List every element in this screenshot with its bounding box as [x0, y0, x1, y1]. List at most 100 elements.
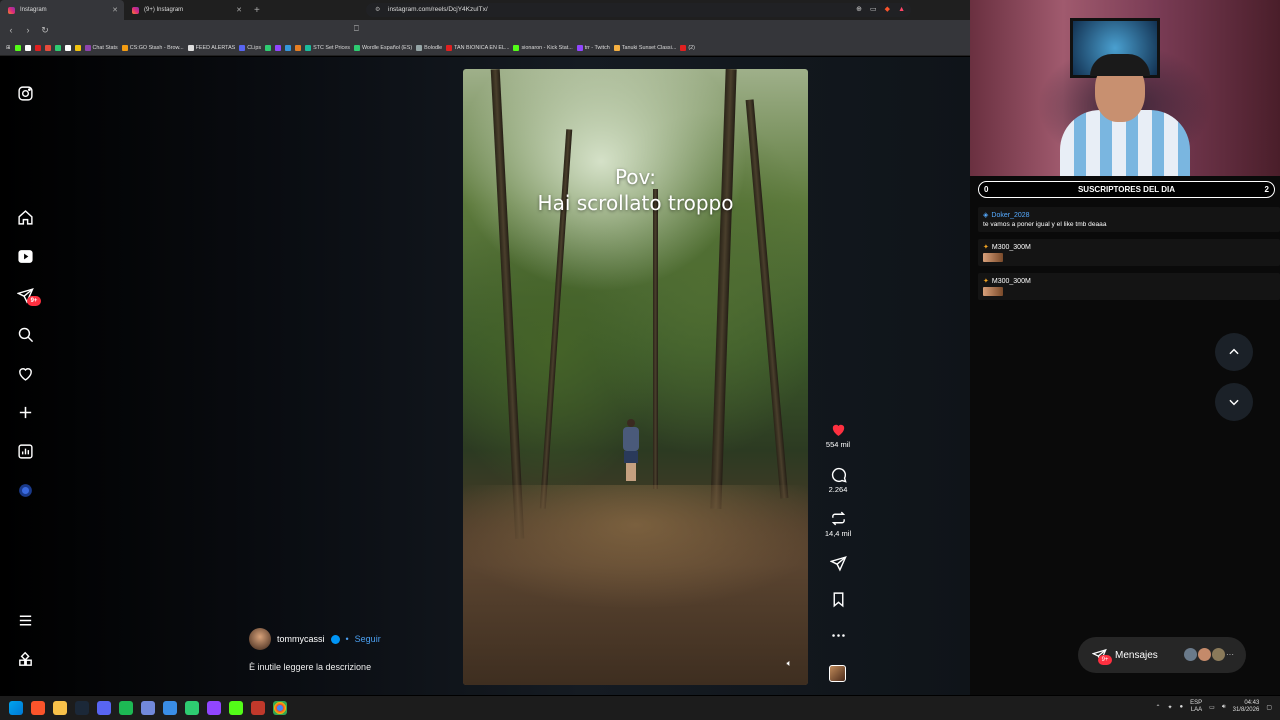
instagram-favicon-icon [132, 6, 139, 14]
bookmark-item[interactable]: FEED ALERTAS [187, 44, 235, 51]
brave-shield-icon[interactable]: ◆ [885, 3, 890, 17]
like-button[interactable]: 554 mil [818, 421, 858, 449]
user-badge-icon: ◈ [983, 212, 989, 219]
next-reel-button[interactable] [1215, 383, 1253, 421]
bookmark-item[interactable]: TAN BIONICA EN EL... [446, 44, 509, 51]
bookmark-item[interactable]: CS:GO Stash - Brow... [121, 44, 184, 51]
reel-video[interactable]: Pov: Hai scrollato troppo 🔈︎ [463, 69, 808, 685]
profile-avatar-icon[interactable] [17, 482, 34, 499]
webcam-feed [970, 0, 1280, 176]
bookmark-item[interactable]: STC Set Prices [305, 44, 350, 51]
cast-icon[interactable]: ▭ [870, 3, 877, 17]
bookmark-icon[interactable] [295, 44, 302, 51]
bookmark-icon [833, 592, 843, 608]
tray-chevron-up-icon[interactable]: ⌃ [1155, 704, 1160, 711]
share-button[interactable] [818, 555, 858, 572]
bookmark-icon[interactable] [44, 44, 51, 51]
steam-icon[interactable] [75, 701, 89, 715]
overlay-line-2: Hai scrollato troppo [537, 191, 734, 215]
address-bar[interactable]: ⚙ instagram.com/reels/DcjY4KzuITx/ ⊕ ▭ ◆… [366, 3, 911, 17]
dashboard-icon[interactable] [17, 443, 34, 460]
start-windows-icon[interactable] [9, 701, 23, 715]
chat-message: ✦ M300_300M [978, 273, 1280, 300]
menu-icon[interactable] [17, 612, 34, 629]
site-info-icon[interactable]: ⚙ [375, 3, 380, 17]
notifications-icon[interactable]: ▢ [1266, 704, 1272, 711]
chat-username: ✦ M300_300M [983, 243, 1031, 252]
reel-description[interactable]: È inutile leggere la descrizione [249, 662, 371, 672]
author-username[interactable]: tommycassi [277, 634, 325, 644]
spotify-icon[interactable] [119, 701, 133, 715]
tray-app-icon[interactable]: ✦ [1168, 704, 1173, 711]
comment-button[interactable]: 2.264 [818, 466, 858, 494]
app-icon[interactable] [163, 701, 177, 715]
app-icon[interactable] [185, 701, 199, 715]
bookmark-icon[interactable] [265, 44, 272, 51]
volume-icon[interactable]: 🔈︎ [787, 658, 792, 669]
bookmark-item[interactable]: Chat Stats [84, 44, 118, 51]
messages-button[interactable]: 9+ Mensajes ··· [1078, 637, 1246, 673]
bookmark-item[interactable]: trr - Twitch [576, 44, 610, 51]
language-indicator[interactable]: ESP LAA [1190, 700, 1202, 714]
tray-app-icon[interactable]: ● [1180, 704, 1184, 710]
apps-icon[interactable]: ⊞ [6, 45, 11, 51]
bookmark-item[interactable]: Tanuki Sunset Classi... [613, 44, 676, 51]
heart-icon[interactable] [17, 365, 34, 382]
tab-instagram[interactable]: Instagram ✕ [0, 0, 124, 20]
rewards-icon[interactable]: ▲ [898, 3, 905, 17]
chat-message: ✦ M300_300M [978, 239, 1280, 266]
bookmark-icon[interactable] [285, 44, 292, 51]
brave-browser-icon[interactable] [31, 701, 45, 715]
home-icon[interactable] [17, 209, 34, 226]
forward-icon[interactable]: › [22, 25, 34, 35]
bookmarks-bar: ⊞ Chat Stats CS:GO Stash - Brow... FEED … [0, 40, 970, 56]
network-icon[interactable]: ▭ [1209, 704, 1215, 711]
discord-icon[interactable] [97, 701, 111, 715]
kick-icon[interactable] [229, 701, 243, 715]
follow-button[interactable]: Seguir [355, 634, 381, 644]
instagram-logo-icon[interactable] [17, 85, 34, 102]
bookmark-item[interactable]: CLips [239, 44, 261, 51]
bookmark-item[interactable]: Wordle Español (ES) [353, 44, 412, 51]
reload-icon[interactable]: ↻ [39, 25, 51, 36]
repost-button[interactable]: 14,4 mil [818, 510, 858, 538]
reposts-count: 14,4 mil [824, 529, 852, 538]
app-icon[interactable] [251, 701, 265, 715]
author-avatar[interactable] [249, 628, 271, 650]
app-icon[interactable] [141, 701, 155, 715]
clock[interactable]: 04:43 31/8/2026 [1233, 700, 1260, 714]
bookmark-icon[interactable] [74, 44, 81, 51]
close-tab-icon[interactable]: ✕ [236, 6, 242, 14]
bookmark-icon[interactable] [14, 44, 21, 51]
reels-icon[interactable] [17, 248, 34, 265]
twitch-icon[interactable] [207, 701, 221, 715]
new-tab-icon[interactable]: + [254, 5, 260, 16]
bookmark-icon[interactable] [275, 44, 282, 51]
save-button[interactable] [818, 591, 858, 608]
bookmark-icon[interactable] [24, 44, 31, 51]
chrome-icon[interactable] [273, 701, 287, 715]
recent-chat-avatars: ··· [1184, 648, 1234, 661]
bookmark-icon[interactable] [64, 44, 71, 51]
volume-icon[interactable]: 🔊︎ [1222, 704, 1226, 711]
bookmark-item[interactable]: sionaron - Kick Stat... [513, 44, 573, 51]
more-options-button[interactable] [818, 627, 858, 644]
create-icon[interactable] [17, 404, 34, 421]
bookmark-item[interactable]: (2) [680, 44, 695, 51]
previous-reel-button[interactable] [1215, 333, 1253, 371]
avatar [1184, 648, 1197, 661]
close-tab-icon[interactable]: ✕ [112, 6, 118, 14]
zoom-icon[interactable]: ⊕ [856, 3, 862, 17]
bookmark-icon[interactable] [54, 44, 61, 51]
back-icon[interactable]: ‹ [5, 25, 17, 35]
file-explorer-icon[interactable] [53, 701, 67, 715]
bookmark-item[interactable]: Bolodle [416, 44, 442, 51]
bookmark-page-icon[interactable]: ⎕ [354, 24, 359, 34]
bookmark-icon[interactable] [34, 44, 41, 51]
tab-label: (9+) Instagram [144, 7, 184, 13]
tab-instagram-notifications[interactable]: (9+) Instagram ✕ [124, 0, 248, 20]
meta-apps-icon[interactable] [17, 651, 34, 668]
chat-emote [983, 253, 1003, 262]
audio-thumbnail[interactable] [829, 665, 846, 682]
search-icon[interactable] [17, 326, 34, 343]
